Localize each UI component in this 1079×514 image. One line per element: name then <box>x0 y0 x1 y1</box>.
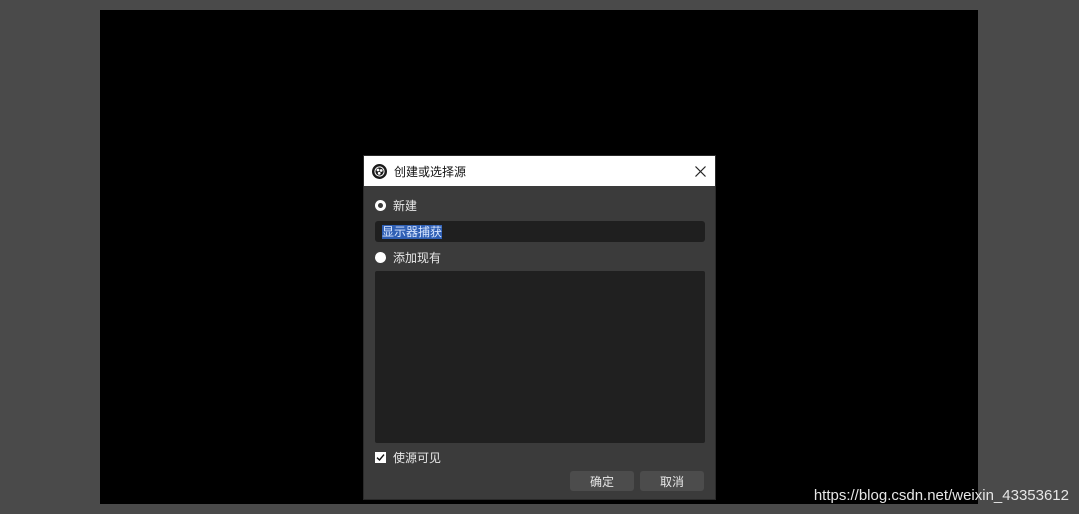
source-name-value: 显示器捕获 <box>382 224 443 239</box>
close-icon <box>694 165 706 177</box>
source-name-input[interactable]: 显示器捕获 <box>375 221 705 242</box>
existing-sources-list[interactable] <box>375 271 705 443</box>
add-existing-label: 添加现有 <box>393 250 442 265</box>
check-icon <box>376 453 385 461</box>
dialog-buttons: 确定 取消 <box>375 471 704 491</box>
obs-logo-icon <box>372 163 387 179</box>
app-window: 创建或选择源 新建 显示器捕获 添加现有 使源可见 确定 取消 https://… <box>0 0 1079 514</box>
make-visible-checkbox[interactable] <box>375 451 386 463</box>
make-visible-label: 使源可见 <box>393 450 442 465</box>
new-source-radio[interactable] <box>375 199 386 211</box>
make-visible-row[interactable]: 使源可见 <box>375 450 704 465</box>
new-source-label: 新建 <box>393 198 418 213</box>
dialog-body: 新建 显示器捕获 添加现有 使源可见 确定 取消 <box>364 186 715 491</box>
create-select-source-dialog: 创建或选择源 新建 显示器捕获 添加现有 使源可见 确定 取消 <box>363 155 716 500</box>
add-existing-radio[interactable] <box>375 251 386 263</box>
ok-button[interactable]: 确定 <box>570 471 634 491</box>
add-existing-radio-row[interactable]: 添加现有 <box>375 248 704 266</box>
cancel-button[interactable]: 取消 <box>640 471 704 491</box>
dialog-title: 创建或选择源 <box>394 164 467 179</box>
close-button[interactable] <box>685 156 715 186</box>
new-source-radio-row[interactable]: 新建 <box>375 196 704 214</box>
watermark-text: https://blog.csdn.net/weixin_43353612 <box>813 487 1069 504</box>
dialog-titlebar: 创建或选择源 <box>364 156 715 186</box>
